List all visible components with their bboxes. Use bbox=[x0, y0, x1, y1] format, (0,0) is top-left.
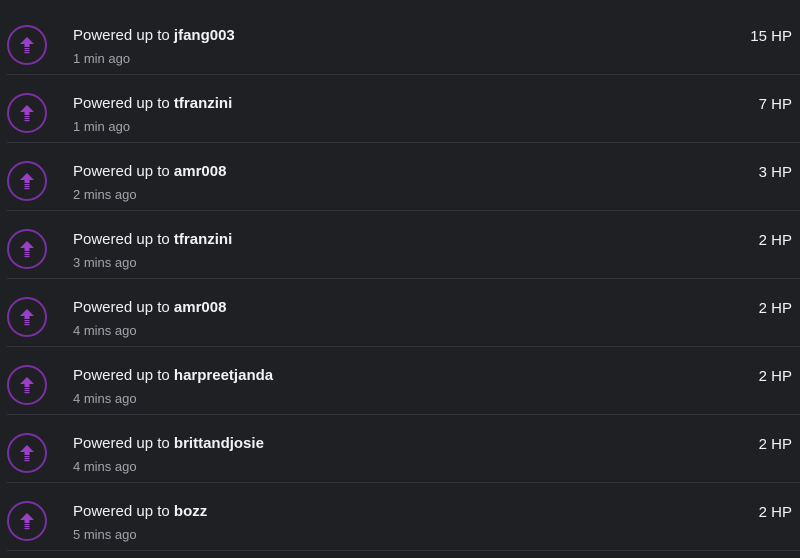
feed-item-hp-amount: 2 HP bbox=[758, 368, 792, 385]
feed-item-username-link[interactable]: tfranzini bbox=[174, 231, 232, 248]
feed-item[interactable]: Powered up to amr008 2 mins ago 3 HP bbox=[0, 143, 800, 211]
feed-item-timestamp: 1 min ago bbox=[73, 119, 131, 134]
feed-item-username-link[interactable]: bozz bbox=[174, 503, 207, 520]
feed-item[interactable]: Powered up to harpreetjanda 4 mins ago 2… bbox=[0, 347, 800, 415]
feed-item-title: Powered up to bozz bbox=[73, 503, 207, 520]
feed-item-prefix: Powered up to bbox=[73, 299, 174, 316]
feed-item-username-link[interactable]: amr008 bbox=[174, 163, 227, 180]
feed-item-timestamp: 5 mins ago bbox=[73, 527, 137, 542]
feed-item-hp-amount: 3 HP bbox=[758, 164, 792, 181]
feed-item[interactable]: Powered up to brittandjosie 4 mins ago 2… bbox=[0, 415, 800, 483]
feed-item-hp-amount: 2 HP bbox=[758, 232, 792, 249]
feed-item-username-link[interactable]: brittandjosie bbox=[174, 435, 264, 452]
feed-item-hp-amount: 15 HP bbox=[750, 28, 792, 45]
feed-item-timestamp: 2 mins ago bbox=[73, 187, 137, 202]
power-up-arrow-icon bbox=[7, 229, 47, 269]
feed-item-prefix: Powered up to bbox=[73, 231, 174, 248]
feed-item-username-link[interactable]: harpreetjanda bbox=[174, 367, 273, 384]
power-up-arrow-icon bbox=[7, 433, 47, 473]
feed-item-prefix: Powered up to bbox=[73, 435, 174, 452]
feed-item-title: Powered up to jfang003 bbox=[73, 27, 235, 44]
feed-item-title: Powered up to tfranzini bbox=[73, 231, 232, 248]
feed-item-hp-amount: 2 HP bbox=[758, 436, 792, 453]
feed-item-prefix: Powered up to bbox=[73, 367, 174, 384]
feed-item-hp-amount: 2 HP bbox=[758, 300, 792, 317]
power-up-arrow-icon bbox=[7, 365, 47, 405]
feed-item[interactable]: Powered up to amr008 4 mins ago 2 HP bbox=[0, 279, 800, 347]
feed-item-username-link[interactable]: jfang003 bbox=[174, 27, 235, 44]
power-up-feed: Powered up to jfang003 1 min ago 15 HP P… bbox=[0, 0, 800, 558]
feed-item-title: Powered up to tfranzini bbox=[73, 95, 232, 112]
feed-item-prefix: Powered up to bbox=[73, 95, 174, 112]
feed-item-timestamp: 4 mins ago bbox=[73, 323, 137, 338]
feed-item-title: Powered up to harpreetjanda bbox=[73, 367, 273, 384]
power-up-arrow-icon bbox=[7, 161, 47, 201]
feed-item-timestamp: 3 mins ago bbox=[73, 255, 137, 270]
feed-item-title: Powered up to amr008 bbox=[73, 163, 226, 180]
feed-item-prefix: Powered up to bbox=[73, 27, 174, 44]
feed-item[interactable]: Powered up to bozz 5 mins ago 2 HP bbox=[0, 483, 800, 551]
power-up-arrow-icon bbox=[7, 93, 47, 133]
feed-item-title: Powered up to brittandjosie bbox=[73, 435, 264, 452]
feed-item-hp-amount: 2 HP bbox=[758, 504, 792, 521]
feed-item[interactable]: Powered up to tfranzini 3 mins ago 2 HP bbox=[0, 211, 800, 279]
feed-item-prefix: Powered up to bbox=[73, 503, 174, 520]
feed-item-timestamp: 4 mins ago bbox=[73, 391, 137, 406]
feed-item-hp-amount: 7 HP bbox=[758, 96, 792, 113]
power-up-arrow-icon bbox=[7, 297, 47, 337]
power-up-arrow-icon bbox=[7, 25, 47, 65]
feed-item[interactable]: Powered up to jfang003 1 min ago 15 HP bbox=[0, 7, 800, 75]
row-divider bbox=[7, 550, 800, 551]
power-up-arrow-icon bbox=[7, 501, 47, 541]
feed-item-timestamp: 1 min ago bbox=[73, 51, 131, 66]
feed-item[interactable]: Powered up to tfranzini 1 min ago 7 HP bbox=[0, 75, 800, 143]
feed-item-username-link[interactable]: tfranzini bbox=[174, 95, 232, 112]
feed-item-username-link[interactable]: amr008 bbox=[174, 299, 227, 316]
feed-item-timestamp: 4 mins ago bbox=[73, 459, 137, 474]
feed-item-title: Powered up to amr008 bbox=[73, 299, 226, 316]
feed-item-prefix: Powered up to bbox=[73, 163, 174, 180]
